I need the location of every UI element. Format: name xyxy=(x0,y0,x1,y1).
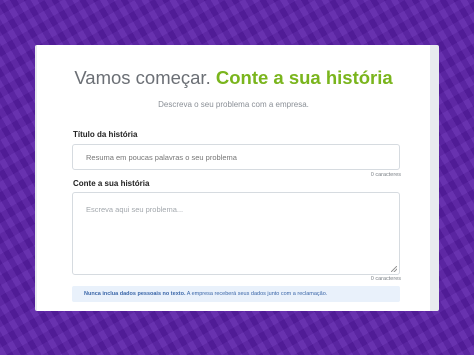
resize-handle-icon[interactable] xyxy=(391,266,397,272)
page-title: Vamos começar. Conte a sua história xyxy=(37,67,430,89)
story-title-label: Título da história xyxy=(73,130,138,139)
story-body-textarea[interactable]: Escreva aqui seu problema... xyxy=(72,192,400,275)
page-title-prefix: Vamos começar. xyxy=(74,67,211,88)
story-title-input[interactable] xyxy=(72,144,400,170)
story-body-placeholder: Escreva aqui seu problema... xyxy=(86,205,184,214)
privacy-notice-bold: Nunca inclua dados pessoais no texto. xyxy=(84,291,186,297)
story-body-counter: 0 caracteres xyxy=(370,276,401,282)
page-subtitle: Descreva o seu problema com a empresa. xyxy=(158,100,309,109)
privacy-notice-text: A empresa receberá seus dados junto com … xyxy=(185,291,328,297)
story-form-card: Vamos começar. Conte a sua história Desc… xyxy=(37,45,430,311)
story-body-label: Conte a sua história xyxy=(73,179,150,188)
page-title-highlight: Conte a sua história xyxy=(215,67,393,88)
privacy-notice: Nunca inclua dados pessoais no texto. A … xyxy=(72,286,400,302)
story-title-counter: 0 caracteres xyxy=(370,172,401,178)
